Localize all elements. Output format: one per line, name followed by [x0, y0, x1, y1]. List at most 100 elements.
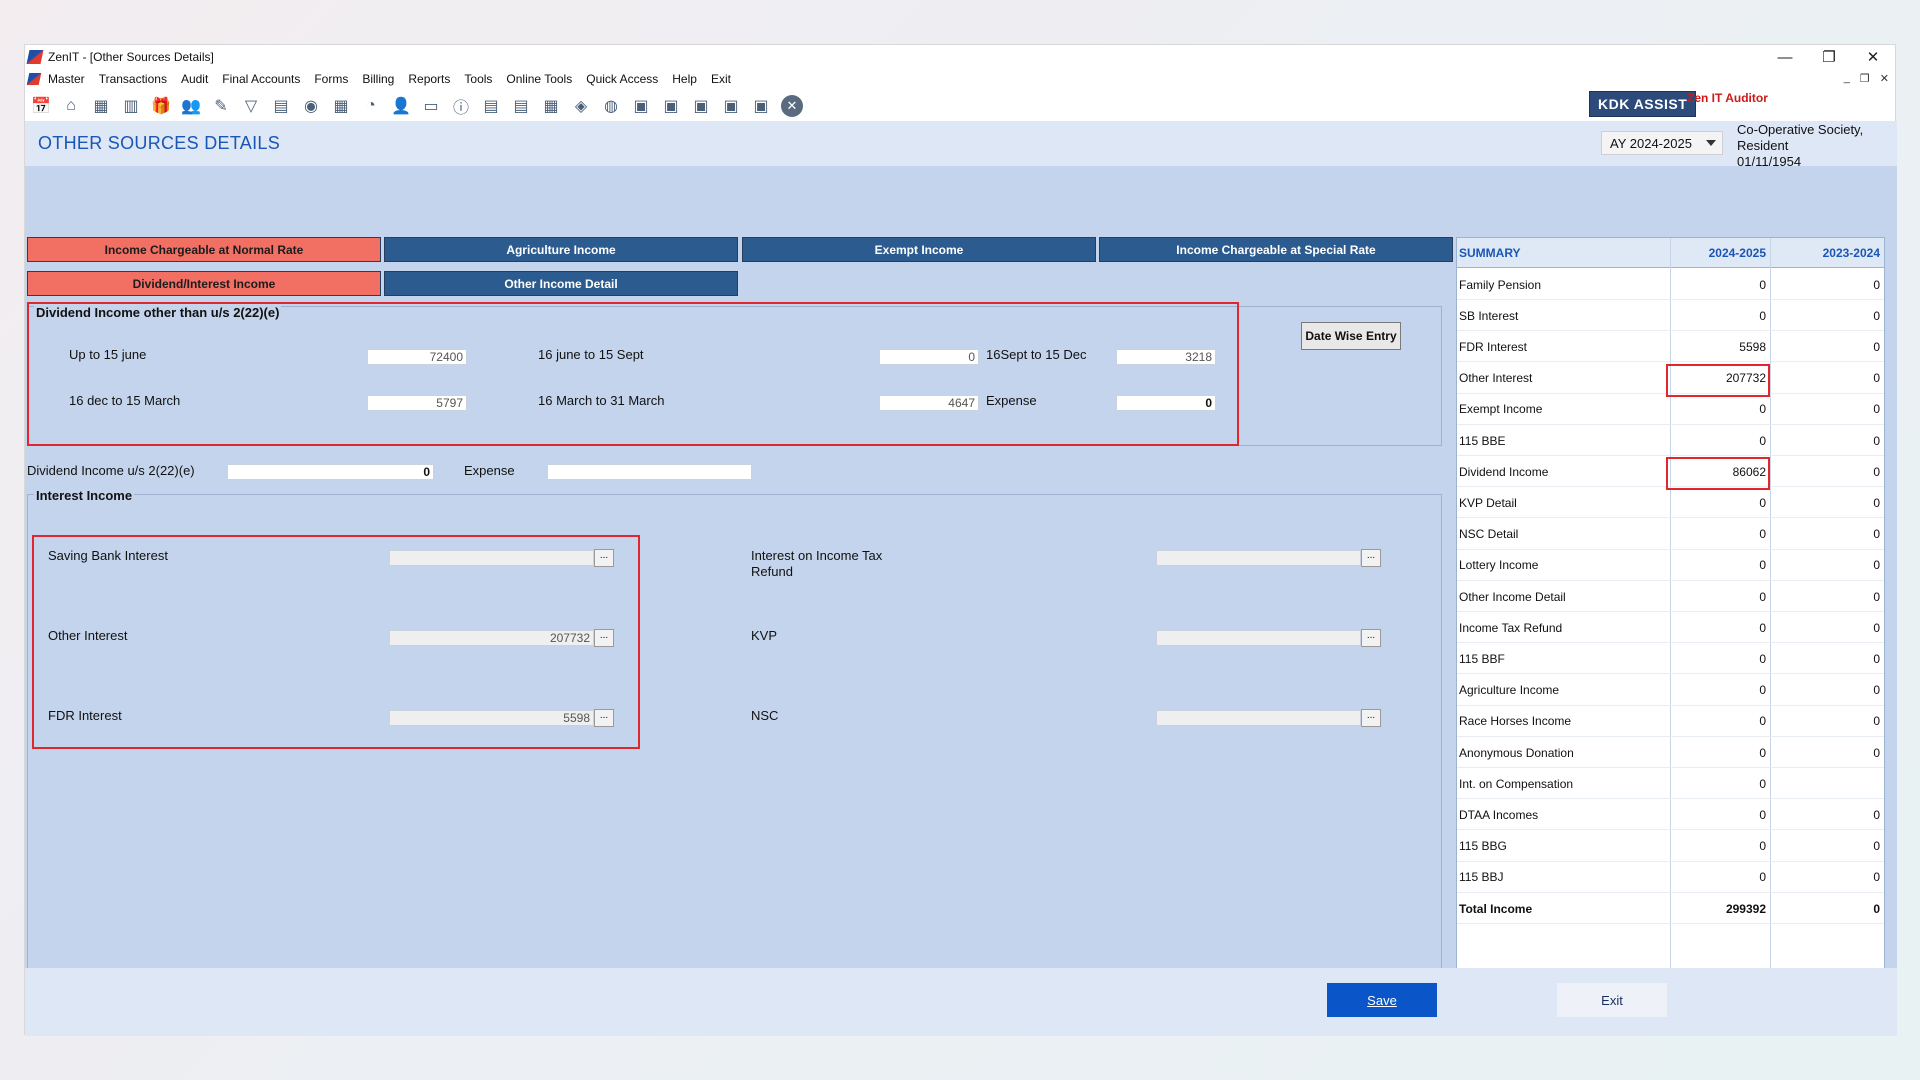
- info-icon[interactable]: ⓘ: [449, 94, 473, 118]
- dividend-2222e-input[interactable]: 0: [227, 464, 434, 480]
- tab-special-rate[interactable]: Income Chargeable at Special Rate: [1099, 237, 1453, 262]
- summary-row-label: 115 BBE: [1459, 433, 1506, 448]
- menu-help[interactable]: Help: [672, 72, 697, 86]
- menu-master[interactable]: Master: [48, 72, 85, 86]
- summary-row-previous-value: 0: [1873, 433, 1880, 448]
- fdr-interest-input[interactable]: 5598: [389, 710, 594, 726]
- tab-agriculture-income[interactable]: Agriculture Income: [384, 237, 738, 262]
- gift-icon[interactable]: 🎁: [149, 94, 173, 118]
- summary-row-previous-value: 0: [1873, 870, 1880, 885]
- other-interest-more-button[interactable]: ...: [594, 629, 614, 647]
- kdk-assist-button[interactable]: KDK ASSIST: [1589, 91, 1697, 117]
- menu-final-accounts[interactable]: Final Accounts: [222, 72, 300, 86]
- march-to-31-input[interactable]: 4647: [879, 395, 979, 411]
- summary-row-current-value: 0: [1759, 870, 1766, 885]
- home-icon[interactable]: ⌂: [59, 94, 83, 118]
- summary-row-label: 115 BBJ: [1459, 870, 1504, 885]
- bar-chart-icon[interactable]: ▥: [119, 94, 143, 118]
- dividend-2222e-expense-input[interactable]: [547, 464, 752, 480]
- menu-forms[interactable]: Forms: [314, 72, 348, 86]
- menu-exit[interactable]: Exit: [711, 72, 731, 86]
- pay-user-icon[interactable]: 👤: [389, 94, 413, 118]
- summary-row: Exempt Income 0 0: [1457, 394, 1884, 425]
- close-button[interactable]: ✕: [1851, 45, 1895, 69]
- report-icon[interactable]: ▤: [509, 94, 533, 118]
- menu-transactions[interactable]: Transactions: [99, 72, 167, 86]
- header-band: OTHER SOURCES DETAILS AY 2024-2025 Co-Op…: [25, 121, 1897, 169]
- save-button[interactable]: Save: [1327, 983, 1437, 1017]
- saving-bank-interest-more-button[interactable]: ...: [594, 549, 614, 567]
- tab-dividend-interest[interactable]: Dividend/Interest Income: [27, 271, 381, 296]
- menu-audit[interactable]: Audit: [181, 72, 208, 86]
- summary-row-current-value: 299392: [1725, 901, 1766, 916]
- nsc-input[interactable]: [1156, 710, 1361, 726]
- pie-chart-icon[interactable]: ◔: [359, 94, 383, 118]
- it-refund-more-button[interactable]: ...: [1361, 549, 1381, 567]
- building-icon[interactable]: ▦: [89, 94, 113, 118]
- calculator-icon[interactable]: ▦: [329, 94, 353, 118]
- june-to-sept-input[interactable]: 0: [879, 349, 979, 365]
- tab-other-income-detail[interactable]: Other Income Detail: [384, 271, 738, 296]
- assessment-year-select[interactable]: AY 2024-2025: [1601, 131, 1723, 155]
- disc-icon[interactable]: ◉: [299, 94, 323, 118]
- summary-row: Total Income 299392 0: [1457, 893, 1884, 924]
- edit-icon[interactable]: ✎: [209, 94, 233, 118]
- dividend-expense-label: Expense: [986, 393, 1037, 408]
- summary-row-current-value: 0: [1759, 433, 1766, 448]
- tag-icon[interactable]: ◈: [569, 94, 593, 118]
- kvp-more-button[interactable]: ...: [1361, 629, 1381, 647]
- menu-billing[interactable]: Billing: [362, 72, 394, 86]
- saving-bank-interest-input[interactable]: [389, 550, 594, 566]
- calendar-icon[interactable]: 📅: [29, 94, 53, 118]
- it-refund-label-line2: Refund: [751, 564, 793, 579]
- summary-row-label: FDR Interest: [1459, 339, 1528, 354]
- other-interest-input[interactable]: 207732: [389, 630, 594, 646]
- date-wise-entry-button[interactable]: Date Wise Entry: [1301, 322, 1401, 350]
- menu-quick-access[interactable]: Quick Access: [586, 72, 658, 86]
- form-icon[interactable]: ▣: [689, 94, 713, 118]
- dividend-expense-input[interactable]: 0: [1116, 395, 1216, 411]
- bank-icon[interactable]: ▣: [659, 94, 683, 118]
- schedule-icon[interactable]: ▦: [539, 94, 563, 118]
- tab-exempt-income[interactable]: Exempt Income: [742, 237, 1096, 262]
- nsc-more-button[interactable]: ...: [1361, 709, 1381, 727]
- kvp-input[interactable]: [1156, 630, 1361, 646]
- summary-row-current-value: 0: [1759, 589, 1766, 604]
- menu-online-tools[interactable]: Online Tools: [506, 72, 572, 86]
- menu-reports[interactable]: Reports: [408, 72, 450, 86]
- tab-normal-rate[interactable]: Income Chargeable at Normal Rate: [27, 237, 381, 262]
- document-icon[interactable]: ▤: [479, 94, 503, 118]
- bb-icon[interactable]: ▣: [629, 94, 653, 118]
- sept-to-dec-input[interactable]: 3218: [1116, 349, 1216, 365]
- summary-row-current-value: 207732: [1725, 371, 1766, 386]
- mdi-minimize-button[interactable]: _: [1844, 72, 1850, 85]
- refresh-icon[interactable]: ◍: [599, 94, 623, 118]
- close-circle-icon[interactable]: ✕: [781, 95, 803, 117]
- summary-row-label: Dividend Income: [1459, 464, 1549, 479]
- filter-icon[interactable]: ▽: [239, 94, 263, 118]
- fdr-interest-more-button[interactable]: ...: [594, 709, 614, 727]
- summary-row-previous-value: 0: [1873, 339, 1880, 354]
- minimize-button[interactable]: —: [1763, 45, 1807, 69]
- ledger-icon[interactable]: ▣: [749, 94, 773, 118]
- it-refund-label-line1: Interest on Income Tax: [751, 548, 883, 563]
- summary-row-current-value: 0: [1759, 402, 1766, 417]
- client-date: 01/11/1954: [1737, 154, 1802, 169]
- summary-row-previous-value: 0: [1873, 620, 1880, 635]
- summary-row-previous-value: 0: [1873, 464, 1880, 479]
- summary-row-previous-value: 0: [1873, 589, 1880, 604]
- mdi-close-button[interactable]: ✕: [1880, 72, 1889, 85]
- mdi-restore-button[interactable]: ❐: [1860, 72, 1870, 85]
- app-window: ZenIT - [Other Sources Details] — ❐ ✕ Ma…: [24, 44, 1897, 1036]
- restore-button[interactable]: ❐: [1807, 45, 1851, 69]
- it-refund-interest-input[interactable]: [1156, 550, 1361, 566]
- dec-to-march-input[interactable]: 5797: [367, 395, 467, 411]
- register-icon[interactable]: ▣: [719, 94, 743, 118]
- tax-icon[interactable]: ▤: [269, 94, 293, 118]
- book-icon[interactable]: ▭: [419, 94, 443, 118]
- users-icon[interactable]: 👥: [179, 94, 203, 118]
- exit-button[interactable]: Exit: [1557, 983, 1667, 1017]
- up-to-15-june-input[interactable]: 72400: [367, 349, 467, 365]
- menu-tools[interactable]: Tools: [464, 72, 492, 86]
- summary-row-previous-value: 0: [1873, 558, 1880, 573]
